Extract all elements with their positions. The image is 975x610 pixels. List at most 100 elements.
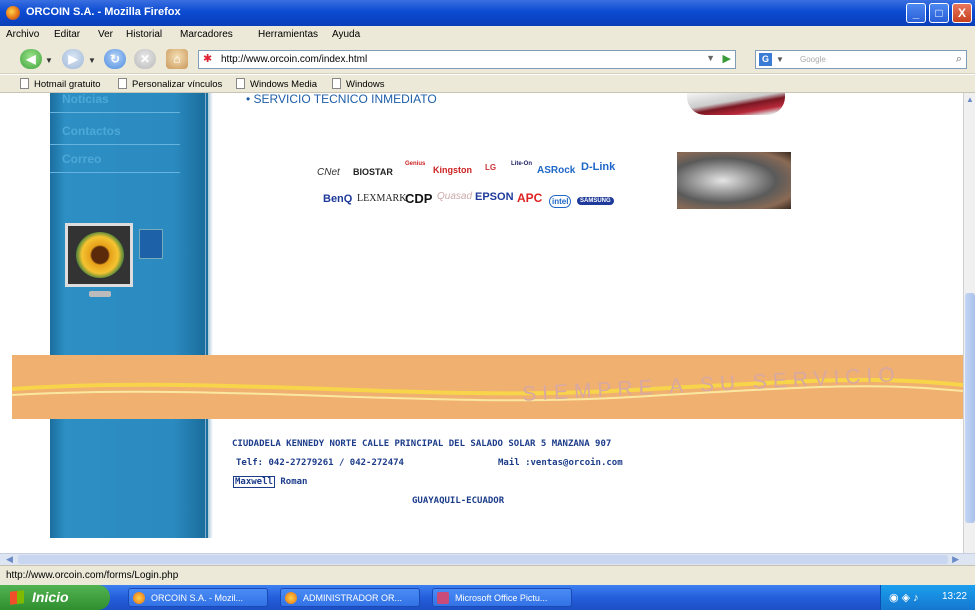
brand-apc-logo: APC (517, 191, 543, 205)
monitor-base (89, 291, 111, 297)
site-sidebar: Noticias Contactos Correo (50, 93, 213, 538)
navigation-toolbar: ◀ ▼ ▶ ▼ ↻ ✕ ⌂ ✱ http://www.orcoin.com/in… (0, 44, 975, 74)
brand-liteon-logo: Lite-On (511, 161, 532, 167)
windows-taskbar: Inicio ORCOIN S.A. - Mozil... ADMINISTRA… (0, 585, 975, 610)
intel-chip-image (139, 229, 163, 259)
brand-biostar-logo: BIOSTAR (353, 167, 393, 177)
sunflower-image (76, 232, 124, 278)
city-text: GUAYAQUIL-ECUADOR (412, 496, 505, 506)
page-content: Noticias Contactos Correo • SERVICIO TEC… (0, 93, 963, 553)
search-icon[interactable]: ⌕ (956, 53, 962, 66)
firefox-icon (285, 592, 297, 604)
brand-quasad-logo: Quasad (437, 191, 473, 202)
reload-button[interactable]: ↻ (104, 49, 126, 69)
menu-historial[interactable]: Historial (126, 29, 162, 40)
taskbar-item-office-picture[interactable]: Microsoft Office Pictu... (432, 588, 572, 607)
brand-benq-logo: BenQ (323, 193, 353, 205)
minimize-button[interactable]: _ (906, 3, 926, 23)
forward-button[interactable]: ▶ (62, 49, 84, 69)
vertical-scrollbar[interactable]: ▲ (963, 93, 975, 553)
firefox-icon (133, 592, 145, 604)
scroll-right-arrow-icon[interactable]: ▶ (952, 554, 959, 565)
window-titlebar: ORCOIN S.A. - Mozilla Firefox _ □ X (0, 0, 975, 26)
hard-disk-image (677, 152, 791, 209)
monitor-screen (65, 223, 133, 287)
sidebar-item-correo[interactable]: Correo (50, 147, 180, 173)
brand-samsung-logo: SAMSUNG (577, 197, 614, 205)
sidebar-item-noticias[interactable]: Noticias (50, 93, 180, 113)
status-bar: http://www.orcoin.com/forms/Login.php (0, 565, 975, 585)
service-line: • SERVICIO TECNICO INMEDIATO (246, 93, 437, 106)
sidebar-edge-line (206, 93, 208, 538)
page-icon (332, 78, 341, 89)
brand-logos: CNet BIOSTAR Genius Kingston LG Lite-On … (315, 155, 625, 215)
maximize-button[interactable]: □ (929, 3, 949, 23)
page-icon (118, 78, 127, 89)
brand-epson-logo: EPSON (475, 191, 514, 203)
close-button[interactable]: X (952, 3, 972, 23)
stop-button[interactable]: ✕ (134, 49, 156, 69)
go-button-icon[interactable]: ▶ (723, 52, 731, 65)
status-text: http://www.orcoin.com/forms/Login.php (6, 570, 179, 581)
menu-archivo[interactable]: Archivo (6, 29, 39, 40)
site-favicon-icon: ✱ (203, 53, 213, 65)
credit-link[interactable]: Maxwell (233, 476, 275, 488)
brand-kingston-logo: Kingston (433, 165, 472, 175)
brand-intel-logo: intel (549, 195, 572, 208)
vertical-scroll-thumb[interactable] (965, 293, 975, 523)
address-text: CIUDADELA KENNEDY NORTE CALLE PRINCIPAL … (232, 439, 612, 449)
forward-dropdown-icon[interactable]: ▼ (88, 56, 96, 65)
home-button[interactable]: ⌂ (166, 49, 188, 69)
address-bar[interactable]: ✱ http://www.orcoin.com/index.html ▼ ▶ (198, 50, 736, 69)
brand-dlink-logo: D-Link (581, 161, 616, 173)
slogan-banner: SIEMPRE A SU SERVICIO (12, 355, 963, 419)
bookmark-personalizar[interactable]: Personalizar vínculos (118, 78, 222, 90)
clock: 13:22 (941, 591, 967, 602)
bookmark-hotmail[interactable]: Hotmail gratuito (20, 78, 101, 90)
computer-monitor-image (65, 221, 163, 301)
menu-ayuda[interactable]: Ayuda (332, 29, 360, 40)
taskbar-item-administrador[interactable]: ADMINISTRADOR OR... (280, 588, 420, 607)
url-history-dropdown-icon[interactable]: ▼ (706, 53, 715, 63)
brand-asrock-logo: ASRock (537, 165, 576, 176)
forward-arrow-icon: ▶ (68, 52, 78, 66)
taskbar-item-firefox[interactable]: ORCOIN S.A. - Mozil... (128, 588, 268, 607)
horizontal-scrollbar[interactable]: ◀ ▶ (0, 553, 975, 565)
credit-line: Maxwell Roman (233, 476, 308, 488)
menu-herramientas[interactable]: Herramientas (258, 29, 318, 40)
scroll-left-arrow-icon[interactable]: ◀ (6, 554, 13, 565)
url-text: http://www.orcoin.com/index.html (221, 54, 368, 65)
brand-genius-logo: Genius (405, 161, 426, 167)
windows-flag-icon (10, 590, 24, 605)
menu-bar: Archivo Editar Ver Historial Marcadores … (0, 26, 975, 44)
menu-editar[interactable]: Editar (54, 29, 80, 40)
search-box[interactable]: G ▼ Google ⌕ (755, 50, 967, 69)
credit-name: Roman (280, 477, 308, 487)
bookmark-windows-media[interactable]: Windows Media (236, 78, 317, 90)
back-button[interactable]: ◀ (20, 49, 42, 69)
brand-lexmark-logo: LEXMARK (357, 193, 407, 204)
page-icon (20, 78, 29, 89)
scroll-up-arrow-icon[interactable]: ▲ (966, 95, 974, 104)
start-button[interactable]: Inicio (0, 585, 110, 610)
page-icon (236, 78, 245, 89)
laptop-image (687, 93, 785, 115)
brand-lg-logo: LG (485, 163, 497, 172)
mail-text: Mail :ventas@orcoin.com (498, 458, 623, 468)
menu-marcadores[interactable]: Marcadores (180, 29, 233, 40)
google-engine-icon[interactable]: G (759, 53, 772, 66)
back-arrow-icon: ◀ (26, 52, 36, 66)
sidebar-item-contactos[interactable]: Contactos (50, 119, 180, 145)
picture-manager-icon (437, 592, 449, 604)
brand-cnet-logo: CNet (317, 167, 340, 178)
window-title: ORCOIN S.A. - Mozilla Firefox (26, 6, 181, 18)
menu-ver[interactable]: Ver (98, 29, 113, 40)
back-dropdown-icon[interactable]: ▼ (45, 56, 53, 65)
engine-dropdown-icon[interactable]: ▼ (776, 55, 784, 64)
horizontal-scroll-thumb[interactable] (18, 555, 948, 564)
start-label: Inicio (32, 589, 69, 605)
bookmarks-toolbar: Hotmail gratuito Personalizar vínculos W… (0, 75, 975, 93)
tray-icons[interactable]: ◉ ◈ ♪ (889, 591, 919, 604)
bookmark-windows[interactable]: Windows (332, 78, 385, 90)
search-placeholder: Google (800, 55, 826, 64)
